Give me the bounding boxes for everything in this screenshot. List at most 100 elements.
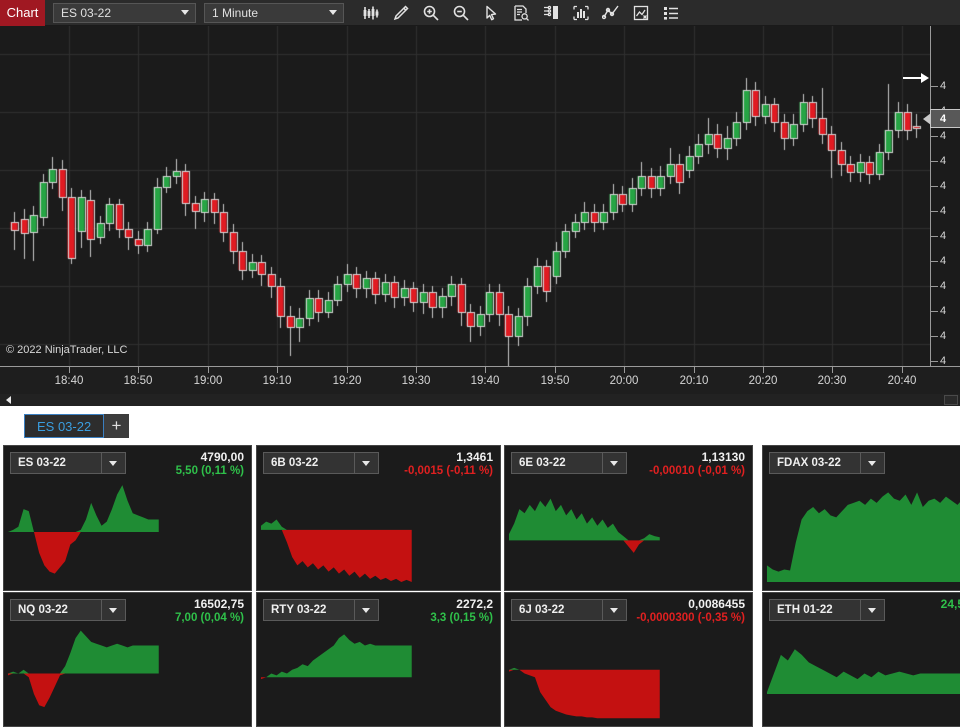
chart-image-icon[interactable] [626,1,656,25]
scroll-left-arrow-icon[interactable] [2,395,14,405]
market-analyzer-panel[interactable]: RTY 03-222272,23,3 (0,15 %) [256,592,501,727]
panel-header: 6E 03-221,13130-0,00010 (-0,01 %) [505,446,752,476]
price-axis-label: 4 [940,155,946,167]
market-analyzer-panel[interactable]: ES 03-224790,005,50 (0,11 %) [3,445,252,591]
time-axis-tick [347,367,348,373]
workspace-tab-strip: ES 03-22 + [0,406,960,440]
market-analyzer-panel[interactable]: 6J 03-220,0086455-0,0000300 (-0,35 %) [504,592,753,727]
panel-sparkline [763,623,960,726]
panel-symbol-label: 6J 03-22 [512,604,602,616]
panel-symbol-label: ETH 01-22 [770,604,860,616]
market-analyzer-panel[interactable]: FDAX 03-22 [762,445,960,591]
chevron-down-icon[interactable] [860,453,884,473]
line-chart-icon[interactable] [596,1,626,25]
price-axis-tick [931,286,938,287]
resize-grip-icon[interactable] [944,395,958,405]
interval-selector[interactable]: 1 Minute [204,3,344,23]
panel-last-price: 2272,2 [430,597,493,611]
time-axis-label: 18:40 [55,375,84,387]
time-axis-tick [694,367,695,373]
price-axis-label: 4 [940,280,946,292]
candlestick-chart-canvas[interactable] [0,26,930,366]
panel-symbol-selector[interactable]: 6J 03-22 [511,599,627,621]
current-price-marker: 4 [930,109,960,128]
pencil-draw-icon[interactable] [386,1,416,25]
symbol-selector-value: ES 03-22 [54,6,175,20]
price-axis-label: 4 [940,80,946,92]
arrow-right-icon [903,70,929,91]
market-analyzer-panel[interactable]: 6E 03-221,13130-0,00010 (-0,01 %) [504,445,753,591]
panel-symbol-label: FDAX 03-22 [770,457,860,469]
panel-header: 6J 03-220,0086455-0,0000300 (-0,35 %) [505,593,752,623]
price-axis-tick [931,186,938,187]
copyright-label: © 2022 NinjaTrader, LLC [6,344,127,356]
panel-last-price: 0,0086455 [636,597,745,611]
panel-last-price: 16502,75 [175,597,244,611]
time-axis-tick [138,367,139,373]
time-axis-tick [902,367,903,373]
panel-symbol-selector[interactable]: 6B 03-22 [263,452,379,474]
panel-sparkline [257,476,500,590]
panel-symbol-selector[interactable]: RTY 03-22 [263,599,379,621]
symbol-selector[interactable]: ES 03-22 [53,3,196,23]
chevron-down-icon[interactable] [101,453,125,473]
price-axis[interactable]: 4 444444444444 [930,26,960,366]
chevron-down-icon[interactable] [860,600,884,620]
market-analyzer-panel[interactable]: NQ 03-2216502,757,00 (0,04 %) [3,592,252,727]
chevron-down-icon[interactable] [354,453,378,473]
time-axis-label: 19:40 [471,375,500,387]
price-axis-tick [931,336,938,337]
time-axis-label: 19:00 [194,375,223,387]
zoom-out-icon[interactable] [446,1,476,25]
panel-header: FDAX 03-22 [763,446,960,476]
time-axis-label: 20:30 [818,375,847,387]
panel-symbol-selector[interactable]: NQ 03-22 [10,599,126,621]
price-axis-tick [931,261,938,262]
add-tab-button[interactable]: + [104,414,129,438]
panel-last-price: 24,5 [941,597,960,611]
panel-symbol-label: NQ 03-22 [11,604,101,616]
market-analyzer-panel[interactable]: ETH 01-22 24,5 [762,592,960,727]
panel-header: NQ 03-2216502,757,00 (0,04 %) [4,593,251,623]
market-analyzer-grid: ES 03-224790,005,50 (0,11 %) 6B 03-221,3… [0,440,960,727]
time-axis-tick [208,367,209,373]
chevron-down-icon[interactable] [323,4,343,22]
panel-sparkline [4,476,251,590]
bar-type-icon[interactable] [566,1,596,25]
chevron-down-icon[interactable] [175,4,195,22]
panel-sparkline [257,623,500,726]
price-axis-label: 4 [940,305,946,317]
price-axis-tick [931,86,938,87]
data-box-icon[interactable] [506,1,536,25]
indicator-panel-icon[interactable] [536,1,566,25]
panel-symbol-selector[interactable]: 6E 03-22 [511,452,627,474]
zoom-in-icon[interactable] [416,1,446,25]
panel-last-price: 4790,00 [176,450,244,464]
chevron-down-icon[interactable] [101,600,125,620]
price-axis-label: 4 [940,180,946,192]
panel-symbol-selector[interactable]: ES 03-22 [10,452,126,474]
panel-header: 6B 03-221,3461-0,0015 (-0,11 %) [257,446,500,476]
properties-list-icon[interactable] [656,1,686,25]
panel-symbol-selector[interactable]: FDAX 03-22 [769,452,885,474]
panel-header: RTY 03-222272,23,3 (0,15 %) [257,593,500,623]
chevron-down-icon[interactable] [602,600,626,620]
chevron-down-icon[interactable] [602,453,626,473]
market-analyzer-panel[interactable]: 6B 03-221,3461-0,0015 (-0,11 %) [256,445,501,591]
panel-last-price: 1,3461 [404,450,493,464]
price-chart-panel[interactable]: © 2022 NinjaTrader, LLC 4 444444444444 [0,26,960,366]
panel-sparkline [763,476,960,590]
time-axis[interactable]: 18:4018:5019:0019:1019:2019:3019:4019:50… [0,366,960,394]
panel-header: ETH 01-22 24,5 [763,593,960,623]
tab-es-03-22[interactable]: ES 03-22 [24,414,104,438]
bar-chart-icon[interactable] [356,1,386,25]
time-axis-tick [555,367,556,373]
price-axis-label: 4 [940,255,946,267]
price-axis-tick [931,361,938,362]
panel-symbol-label: 6E 03-22 [512,457,602,469]
price-axis-tick [931,211,938,212]
chevron-down-icon[interactable] [354,600,378,620]
cursor-pointer-icon[interactable] [476,1,506,25]
toolbar-icon-group [356,1,686,25]
panel-symbol-selector[interactable]: ETH 01-22 [769,599,885,621]
